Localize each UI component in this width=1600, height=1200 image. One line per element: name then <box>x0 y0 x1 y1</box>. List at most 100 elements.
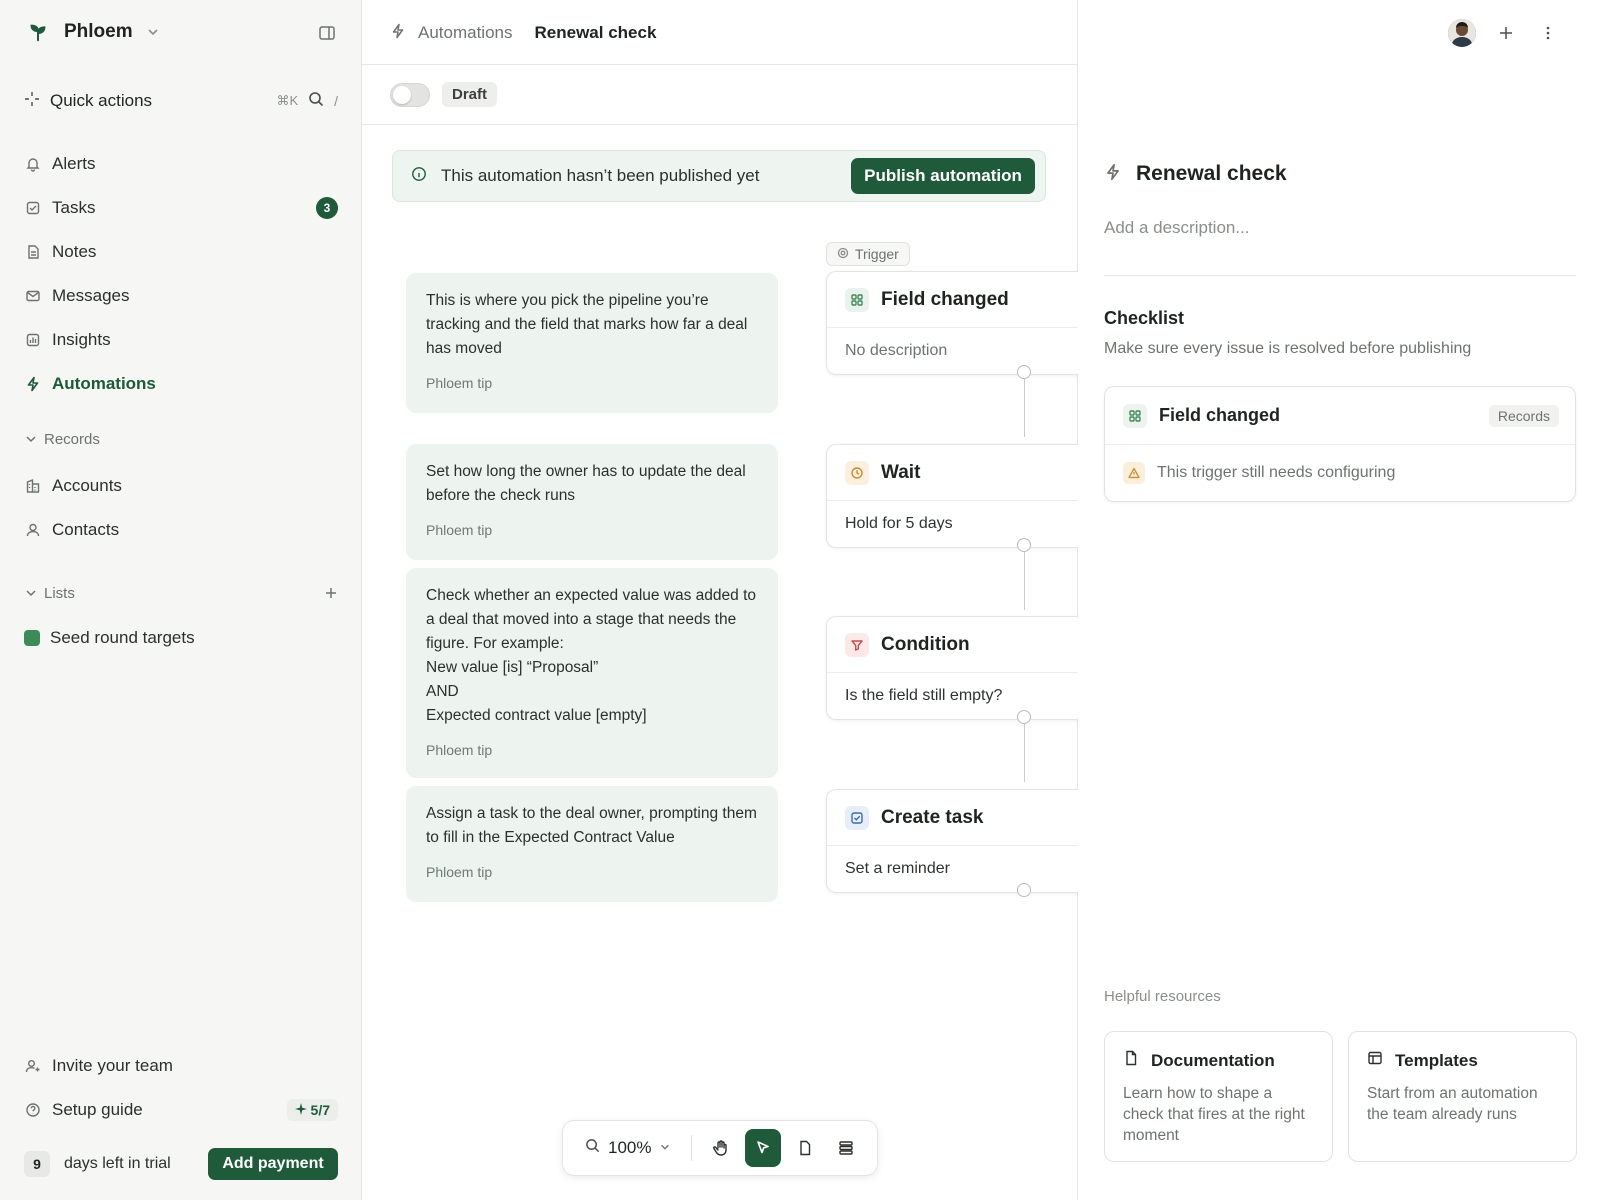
lists-section-header[interactable]: Lists <box>24 582 338 604</box>
sidebar-item-insights[interactable]: Insights <box>24 326 338 354</box>
bolt-icon <box>1104 163 1122 186</box>
select-tool-button[interactable] <box>745 1129 781 1167</box>
workflow-node-wait[interactable]: Wait Hold for 5 days <box>826 444 1086 548</box>
publish-toggle[interactable] <box>390 82 430 107</box>
magnifier-icon <box>585 1138 600 1158</box>
trial-days-count: 9 <box>24 1151 50 1177</box>
info-icon <box>411 166 427 187</box>
status-badge: Draft <box>442 82 498 107</box>
section-label: Records <box>44 430 100 448</box>
toolbar-divider <box>691 1135 693 1161</box>
page-icon <box>799 1140 810 1156</box>
node-description: Set a reminder <box>845 860 950 877</box>
automation-details-panel: Renewal check Add a description... Check… <box>1078 0 1600 1200</box>
sidebar-item-contacts[interactable]: Contacts <box>24 516 338 544</box>
chevron-down-icon <box>145 24 161 40</box>
node-title: Condition <box>881 633 970 655</box>
node-output-port[interactable] <box>1017 365 1031 379</box>
bell-icon <box>24 155 42 173</box>
node-description: Hold for 5 days <box>845 515 953 532</box>
templates-card[interactable]: Templates Start from an automation the t… <box>1348 1031 1577 1162</box>
sidebar-item-label: Alerts <box>52 154 96 173</box>
node-output-port[interactable] <box>1017 883 1031 897</box>
sidebar-item-notes[interactable]: Notes <box>24 238 338 266</box>
quick-actions[interactable]: Quick actions ⌘K / <box>24 88 338 114</box>
workflow-node-condition[interactable]: Condition Is the field still empty? <box>826 616 1086 720</box>
automation-canvas: Automations Renewal check Draft This aut… <box>362 0 1086 1200</box>
template-icon <box>1367 1050 1383 1071</box>
tip-card: Check whether an expected value was adde… <box>406 568 778 778</box>
sidebar-item-tasks[interactable]: Tasks 3 <box>24 194 338 222</box>
tip-footer: Phloem tip <box>426 864 493 880</box>
tasks-count-badge: 3 <box>316 197 338 219</box>
tip-card: Set how long the owner has to update the… <box>406 444 778 560</box>
checklist-item[interactable]: Field changed Records This trigger still… <box>1104 386 1576 502</box>
bolt-icon <box>24 375 42 393</box>
trigger-label: Trigger <box>826 242 910 266</box>
sidebar-item-label: Insights <box>52 330 111 349</box>
avatar[interactable] <box>1448 19 1476 47</box>
setup-guide-button[interactable]: Setup guide 5/7 <box>24 1096 338 1124</box>
workspace-switcher[interactable]: Phloem <box>24 18 161 46</box>
resource-title: Documentation <box>1151 1050 1275 1070</box>
hand-tool-button[interactable] <box>703 1129 739 1167</box>
mail-icon <box>24 287 42 305</box>
setup-progress-badge: 5/7 <box>286 1099 338 1121</box>
workspace-name: Phloem <box>64 21 133 42</box>
node-output-port[interactable] <box>1017 710 1031 724</box>
description-input[interactable]: Add a description... <box>1104 218 1250 238</box>
documentation-card[interactable]: Documentation Learn how to shape a check… <box>1104 1031 1333 1162</box>
tip-footer: Phloem tip <box>426 522 493 538</box>
workflow-node-create-task[interactable]: Create task Set a reminder <box>826 789 1086 893</box>
sidebar-item-accounts[interactable]: Accounts <box>24 472 338 500</box>
checklist-title: Checklist <box>1104 308 1185 328</box>
canvas-toolbar: 100% <box>562 1120 878 1176</box>
note-tool-button[interactable] <box>787 1129 823 1167</box>
divider <box>362 64 1077 65</box>
add-payment-button[interactable]: Add payment <box>208 1148 338 1180</box>
task-icon <box>845 805 869 830</box>
node-output-port[interactable] <box>1017 538 1031 552</box>
trigger-label-text: Trigger <box>855 246 899 262</box>
help-circle-icon <box>24 1101 42 1119</box>
panel-title-text[interactable]: Renewal check <box>1136 162 1287 186</box>
add-list-icon[interactable] <box>324 586 338 600</box>
checklist-item-title: Field changed <box>1159 405 1281 425</box>
stack-icon <box>839 1141 853 1155</box>
invite-team-button[interactable]: Invite your team <box>24 1052 338 1080</box>
slash-hint: / <box>334 93 338 109</box>
sidebar-item-label: Accounts <box>52 476 122 495</box>
chevron-down-icon <box>24 586 38 600</box>
sidebar-item-alerts[interactable]: Alerts <box>24 150 338 178</box>
records-section-header[interactable]: Records <box>24 428 338 450</box>
tip-card: This is where you pick the pipeline you’… <box>406 273 778 413</box>
sidebar-item-automations[interactable]: Automations <box>24 370 338 398</box>
edge-connector <box>1024 379 1025 437</box>
sidebar-item-messages[interactable]: Messages <box>24 282 338 310</box>
layout-tool-button[interactable] <box>828 1129 864 1167</box>
workflow-node-field-changed[interactable]: Field changed No description <box>826 271 1086 375</box>
edge-connector <box>1024 552 1025 610</box>
node-description: Is the field still empty? <box>845 687 1003 704</box>
person-plus-icon <box>24 1057 42 1075</box>
search-icon[interactable] <box>308 91 324 112</box>
resource-body: Start from an automation the team alread… <box>1367 1085 1538 1123</box>
sidebar-item-seed-round-targets[interactable]: Seed round targets <box>24 624 338 652</box>
trial-text: days left in trial <box>64 1155 171 1172</box>
sidebar-item-label: Messages <box>52 286 130 305</box>
doc-icon <box>1123 1050 1139 1071</box>
building-icon <box>24 477 42 495</box>
note-icon <box>24 243 42 261</box>
cursor-icon <box>757 1141 769 1154</box>
publish-automation-button[interactable]: Publish automation <box>851 158 1035 194</box>
chart-icon <box>24 331 42 349</box>
checklist-subtitle: Make sure every issue is resolved before… <box>1104 340 1472 357</box>
tip-footer: Phloem tip <box>426 375 493 391</box>
zoom-control[interactable]: 100% <box>573 1138 683 1158</box>
more-options-icon[interactable] <box>1540 25 1556 46</box>
sidebar-toggle-icon[interactable] <box>318 24 336 42</box>
plus-icon[interactable] <box>1498 25 1514 46</box>
sidebar-item-label: Contacts <box>52 520 120 539</box>
breadcrumb-automations[interactable]: Automations <box>418 23 513 43</box>
checklist-warning-text: This trigger still needs configuring <box>1157 464 1396 481</box>
